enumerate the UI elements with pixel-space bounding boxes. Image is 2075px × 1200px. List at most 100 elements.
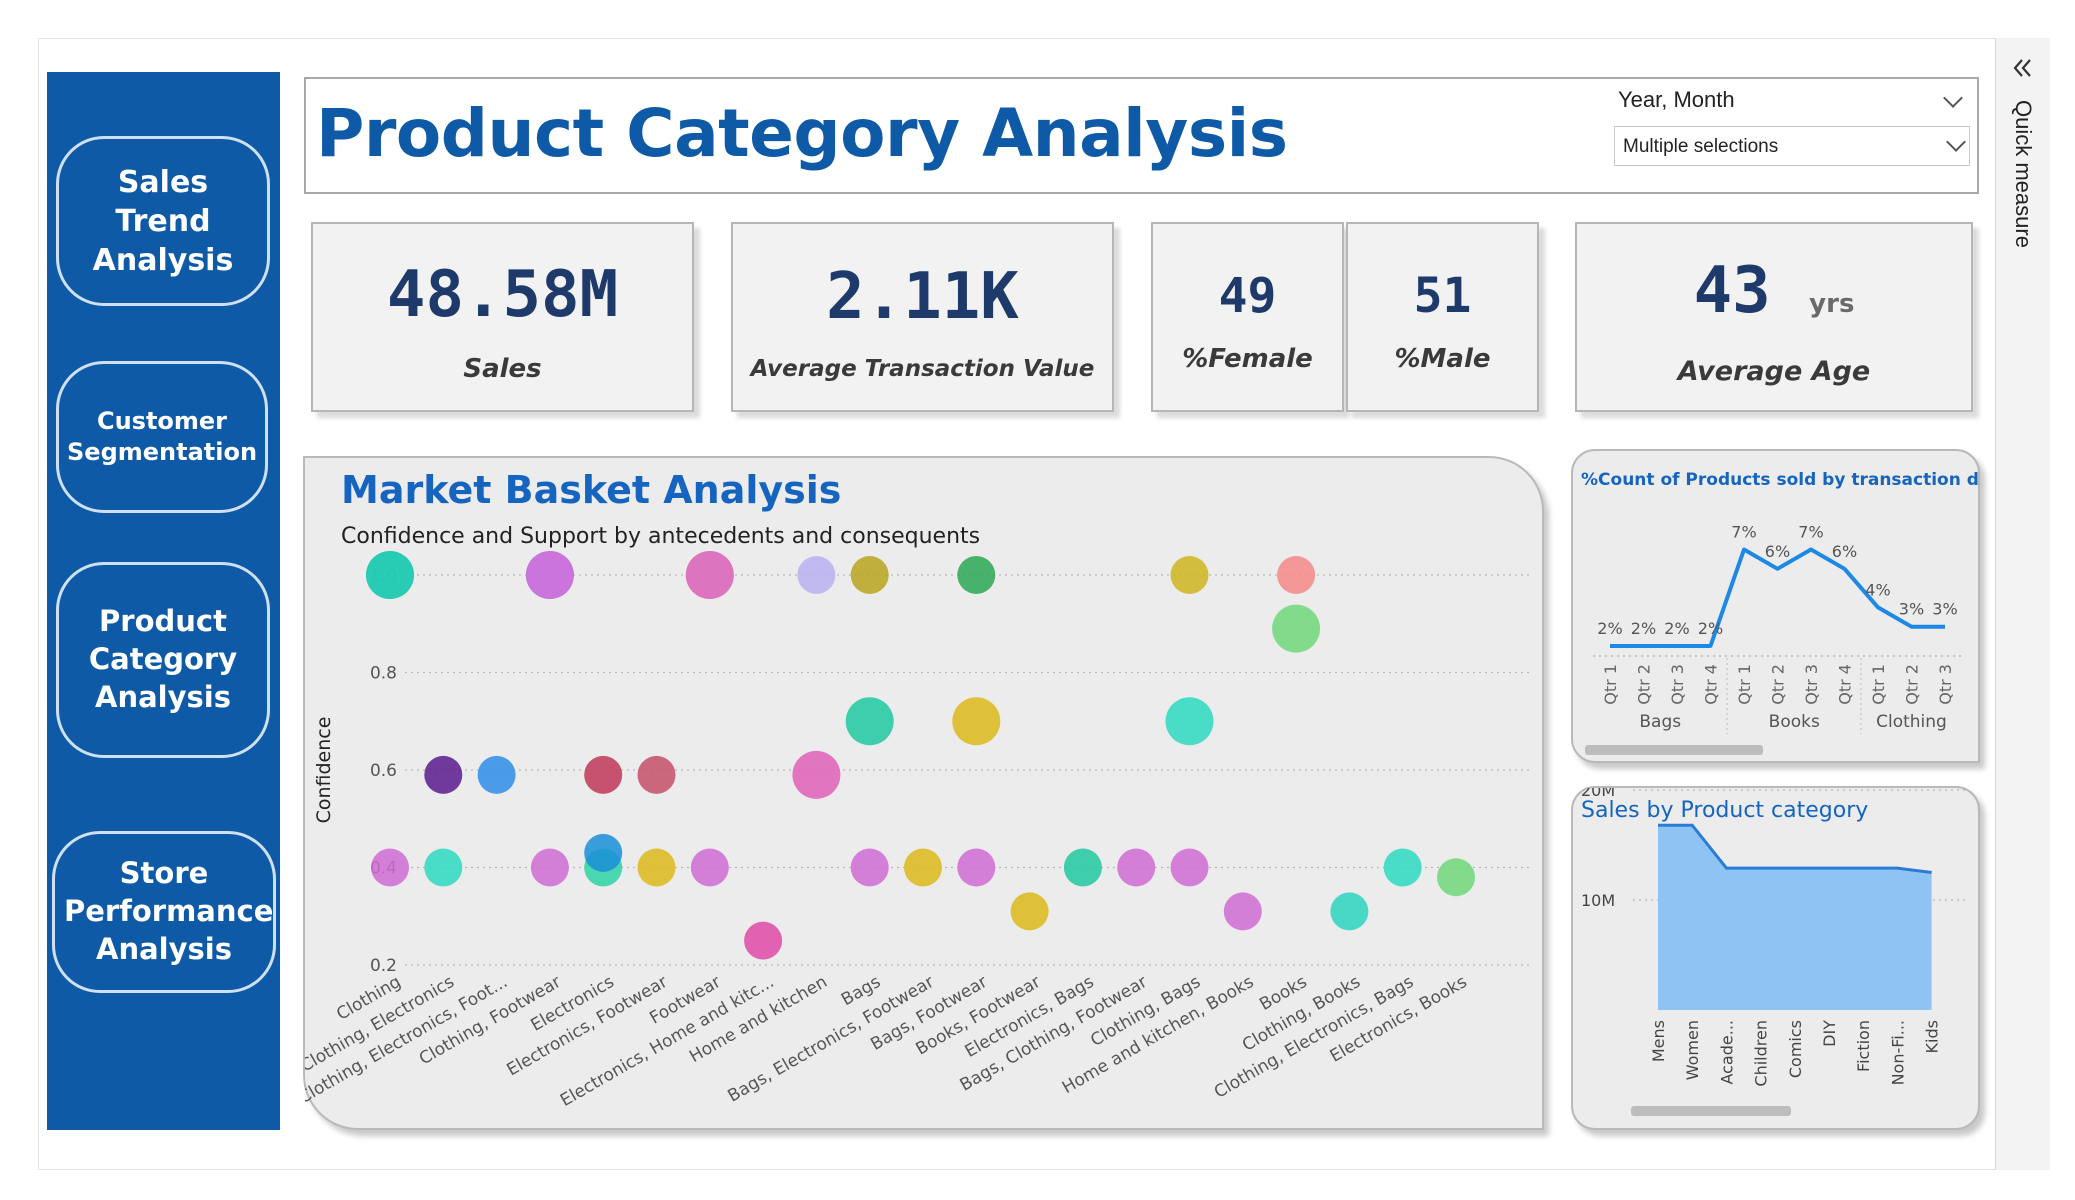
x-tick-label: Mens: [1649, 1020, 1668, 1062]
scatter-point: [1063, 848, 1102, 887]
nav-product-category-analysis[interactable]: Product Category Analysis: [56, 562, 270, 758]
x-tick-label: Qtr 1: [1601, 664, 1620, 705]
kpi-age-value-row: 43 yrs: [1577, 254, 1971, 328]
x-tick-label: Fiction: [1854, 1020, 1873, 1072]
scatter-point: [792, 750, 841, 799]
x-tick-label: Qtr 2: [1769, 664, 1788, 705]
data-label: 2%: [1664, 619, 1689, 638]
scatter-point: [1165, 697, 1214, 746]
scatter-point: [850, 848, 889, 887]
data-label: 6%: [1765, 542, 1790, 561]
data-label: 2%: [1631, 619, 1656, 638]
scatter-point: [477, 755, 516, 794]
sidebar-nav: Sales Trend Analysis Customer Segmentati…: [47, 72, 280, 1130]
kpi-male-label: %Male: [1394, 344, 1491, 374]
count-products-panel: %Count of Products sold by transaction d…: [1571, 449, 1980, 763]
x-tick-label: Qtr 4: [1836, 664, 1855, 705]
x-tick-label: Qtr 3: [1802, 664, 1821, 705]
scatter-point: [637, 848, 676, 887]
double-chevron-left-icon[interactable]: [2008, 54, 2038, 84]
data-label: 2%: [1597, 619, 1622, 638]
kpi-age-value: 43: [1693, 254, 1771, 328]
scatter-point: [957, 848, 996, 887]
scatter-point: [371, 848, 409, 887]
chevron-down-icon[interactable]: [1943, 88, 1963, 108]
horizontal-scrollbar: [1585, 745, 1763, 755]
x-tick-label: Children: [1752, 1020, 1771, 1087]
kpi-sales-label: Sales: [463, 354, 542, 384]
y-axis-label: Confidence: [313, 717, 335, 824]
slicer-label: Year, Month: [1618, 87, 1735, 112]
scatter-point: [424, 848, 463, 887]
scatter-point: [1272, 604, 1321, 653]
area-fill: [1658, 825, 1932, 1010]
scatter-point: [584, 755, 623, 794]
kpi-atv-card: 2.11K Average Transaction Value: [731, 222, 1114, 412]
x-tick-label: Qtr 2: [1903, 664, 1922, 705]
sales-by-category-area-chart: Sales by Product category 10M 20M Mens Women…: [1581, 788, 1965, 1116]
y-tick-label: 20M: [1581, 788, 1615, 800]
nav-label: Store Performance Analysis: [64, 856, 274, 966]
scatter-point: [904, 848, 942, 887]
count-products-line-chart: %Count of Products sold by transaction d…: [1581, 470, 1978, 755]
scatter-point: [957, 556, 996, 594]
year-month-slicer[interactable]: Multiple selections: [1614, 126, 1970, 166]
data-label: 6%: [1832, 542, 1857, 561]
y-tick-label: 0.6: [370, 761, 397, 781]
scatter-point: [1330, 892, 1369, 931]
scatter-point: [424, 755, 463, 794]
scatter-point: [797, 556, 836, 594]
kpi-female-value: 49: [1218, 268, 1277, 324]
market-basket-panel: Market Basket Analysis Confidence and Sup…: [303, 456, 1544, 1130]
chart-title: Market Basket Analysis: [341, 468, 841, 512]
scatter-point: [366, 551, 414, 599]
page-title: Product Category Analysis: [316, 95, 1288, 172]
nav-label: Customer Segmentation: [67, 406, 258, 466]
x-tick-label: Kids: [1923, 1020, 1942, 1053]
nav-sales-trend-analysis[interactable]: Sales Trend Analysis: [56, 136, 270, 306]
scatter-point: [685, 551, 734, 599]
y-tick-label: 0.8: [370, 664, 397, 684]
x-tick-label: Qtr 4: [1702, 664, 1721, 705]
scatter-point: [1277, 556, 1316, 594]
scatter-point: [1170, 556, 1209, 594]
data-label: 7%: [1798, 523, 1823, 542]
kpi-age-label: Average Age: [1677, 356, 1871, 387]
scatter-point: [850, 556, 889, 594]
kpi-male-value: 51: [1413, 268, 1472, 324]
kpi-age-card: 43 yrs Average Age: [1575, 222, 1973, 412]
scatter-point: [584, 833, 623, 872]
data-label: 3%: [1932, 600, 1957, 619]
data-label: 4%: [1865, 580, 1890, 599]
x-tick-label: Qtr 1: [1735, 664, 1754, 705]
kpi-female-label: %Female: [1182, 344, 1313, 374]
chart-subtitle: Confidence and Support by antecedents an…: [341, 524, 980, 549]
horizontal-scrollbar: [1631, 1106, 1791, 1116]
scatter-point: [1223, 892, 1262, 931]
scatter-point: [690, 848, 729, 887]
header-banner: Product Category Analysis Year, Month Mu…: [304, 77, 1979, 194]
chevron-down-icon: [1946, 132, 1966, 152]
quick-measure-pane[interactable]: Quick measure: [1995, 38, 2050, 1170]
market-basket-scatter-chart: Market Basket Analysis Confidence and Sup…: [305, 468, 1530, 1111]
scatter-point: [525, 551, 574, 599]
data-label: 3%: [1899, 600, 1924, 619]
nav-store-performance-analysis[interactable]: Store Performance Analysis: [52, 831, 276, 993]
series-line: [1610, 547, 1945, 648]
scatter-point: [530, 848, 569, 887]
scatter-point: [1117, 848, 1156, 887]
data-label: 2%: [1698, 619, 1723, 638]
nav-customer-segmentation[interactable]: Customer Segmentation: [56, 361, 268, 513]
kpi-sales-value: 48.58M: [386, 258, 619, 332]
quick-measure-label: Quick measure: [2011, 100, 2036, 248]
x-tick-label: Non-Fi...: [1888, 1020, 1907, 1085]
sales-by-category-panel: Sales by Product category 10M 20M Mens Women…: [1571, 786, 1980, 1130]
chart-title: Sales by Product category: [1581, 798, 1868, 823]
kpi-sales-card: 48.58M Sales: [311, 222, 694, 412]
x-tick-label: Qtr 1: [1869, 664, 1888, 705]
kpi-age-unit: yrs: [1809, 289, 1855, 319]
x-tick-label: DIY: [1820, 1020, 1839, 1047]
scatter-point: [1170, 848, 1209, 887]
scatter-point: [1383, 848, 1422, 887]
kpi-atv-label: Average Transaction Value: [750, 356, 1095, 382]
